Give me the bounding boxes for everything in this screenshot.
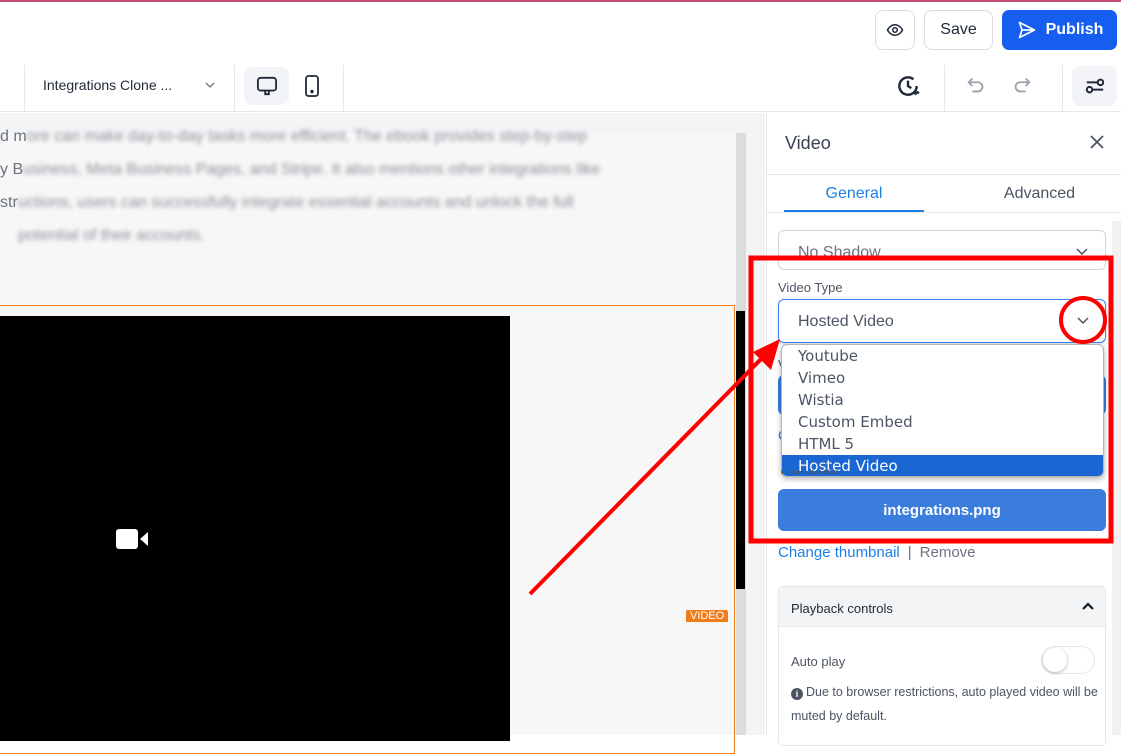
divider bbox=[1062, 65, 1063, 112]
video-type-dropdown[interactable]: Youtube Vimeo Wistia Custom Embed HTML 5… bbox=[781, 344, 1104, 477]
video-player[interactable] bbox=[0, 316, 510, 741]
option-custom-embed[interactable]: Custom Embed bbox=[782, 411, 1103, 433]
divider bbox=[944, 65, 945, 112]
editor-canvas: d more can make day-to-day tasks more ef… bbox=[0, 113, 765, 754]
thumbnail-actions: Change thumbnail | Remove bbox=[778, 544, 976, 561]
toggle-knob bbox=[1043, 648, 1067, 672]
device-mobile-button[interactable] bbox=[296, 67, 328, 105]
video-type-select[interactable]: Hosted Video bbox=[778, 299, 1106, 343]
close-icon[interactable] bbox=[1087, 132, 1107, 152]
page-selector[interactable]: Integrations Clone ... bbox=[43, 77, 172, 93]
chevron-down-icon bbox=[1076, 248, 1088, 256]
publish-button[interactable]: Publish bbox=[1002, 10, 1117, 50]
text-line: d more can make day-to-day tasks more ef… bbox=[0, 128, 588, 145]
autoplay-label: Auto play bbox=[791, 654, 846, 669]
thumbnail-file-name: integrations.png bbox=[883, 501, 1001, 519]
video-camera-icon bbox=[116, 529, 148, 549]
sliders-icon bbox=[1085, 78, 1104, 94]
smartphone-icon bbox=[305, 75, 319, 97]
undo-icon[interactable] bbox=[965, 74, 987, 96]
settings-button[interactable] bbox=[1072, 66, 1117, 106]
shadow-select[interactable]: No Shadow bbox=[778, 230, 1106, 270]
panel-scrollbar[interactable] bbox=[1112, 221, 1121, 735]
redo-icon[interactable] bbox=[1011, 74, 1033, 96]
chevron-down-icon[interactable] bbox=[1076, 315, 1090, 325]
shadow-value: No Shadow bbox=[798, 244, 881, 261]
page-preview: d more can make day-to-day tasks more ef… bbox=[0, 128, 736, 754]
option-youtube[interactable]: Youtube bbox=[782, 345, 1103, 367]
option-html5[interactable]: HTML 5 bbox=[782, 433, 1103, 455]
history-icon[interactable] bbox=[895, 73, 921, 99]
send-icon bbox=[1018, 21, 1035, 39]
canvas-scroll-thumb[interactable] bbox=[736, 311, 745, 589]
eye-icon bbox=[886, 23, 904, 37]
video-element-selected[interactable] bbox=[0, 305, 735, 754]
top-accent-line bbox=[0, 0, 1121, 2]
publish-label: Publish bbox=[1045, 21, 1104, 38]
text-line: y Business, Meta Business Pages, and Str… bbox=[0, 161, 601, 178]
monitor-icon bbox=[256, 76, 277, 96]
tab-advanced[interactable]: Advanced bbox=[967, 185, 1112, 203]
autoplay-note-text: Due to browser restrictions, auto played… bbox=[791, 685, 1098, 723]
video-type-label: Video Type bbox=[778, 280, 843, 295]
playback-controls-section: Playback controls Auto play i Due to brow… bbox=[778, 586, 1106, 746]
playback-controls-header[interactable]: Playback controls bbox=[779, 587, 1105, 627]
save-label: Save bbox=[940, 21, 977, 38]
divider bbox=[234, 65, 235, 112]
separator: | bbox=[907, 544, 912, 561]
info-icon: i bbox=[791, 688, 803, 700]
device-desktop-button[interactable] bbox=[244, 67, 289, 105]
remove-thumbnail-link[interactable]: Remove bbox=[920, 544, 976, 561]
tab-general[interactable]: General bbox=[784, 185, 924, 203]
divider bbox=[24, 65, 25, 112]
editor-toolbar: Integrations Clone ... bbox=[0, 60, 1121, 112]
text-line: potential of their accounts. bbox=[18, 227, 205, 244]
chevron-down-icon[interactable] bbox=[204, 80, 216, 90]
divider bbox=[767, 212, 1121, 213]
option-vimeo[interactable]: Vimeo bbox=[782, 367, 1103, 389]
autoplay-note: i Due to browser restrictions, auto playe… bbox=[791, 680, 1101, 728]
video-settings-panel: Video General Advanced No Shadow Video T… bbox=[766, 113, 1121, 746]
change-thumbnail-link[interactable]: Change thumbnail bbox=[778, 544, 900, 561]
video-type-value: Hosted Video bbox=[798, 313, 894, 330]
panel-title: Video bbox=[785, 133, 831, 153]
save-button[interactable]: Save bbox=[924, 10, 993, 50]
option-wistia[interactable]: Wistia bbox=[782, 389, 1103, 411]
thumbnail-label: Thumbnail bbox=[778, 470, 839, 478]
divider bbox=[767, 174, 1121, 175]
chevron-up-icon[interactable] bbox=[1081, 600, 1095, 612]
video-element-tag: VIDEO bbox=[686, 610, 729, 622]
playback-controls-title: Playback controls bbox=[791, 601, 893, 616]
divider bbox=[343, 65, 344, 112]
autoplay-toggle[interactable] bbox=[1041, 646, 1095, 674]
text-line: structions, users can successfully integ… bbox=[0, 194, 574, 211]
preview-button[interactable] bbox=[875, 10, 915, 50]
thumbnail-file-button[interactable]: integrations.png bbox=[778, 489, 1106, 531]
